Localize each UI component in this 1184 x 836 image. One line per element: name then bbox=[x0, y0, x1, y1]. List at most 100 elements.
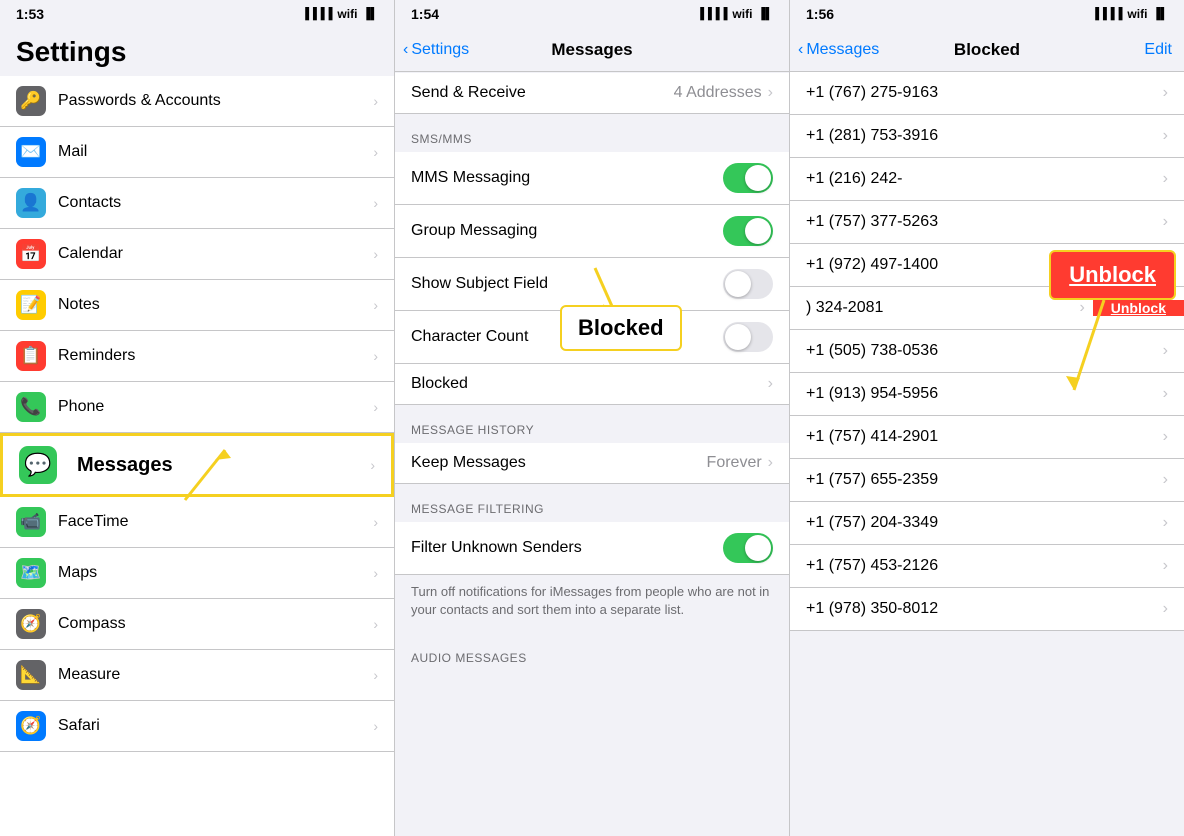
maps-label: Maps bbox=[58, 564, 373, 582]
messages-chevron: › bbox=[370, 457, 375, 473]
blocked-item-13[interactable]: +1 (978) 350-8012 › bbox=[790, 588, 1184, 631]
filtering-section-header: MESSAGE FILTERING bbox=[395, 484, 789, 522]
compass-icon: 🧭 bbox=[16, 609, 46, 639]
signal-icon-1: ▐▐▐▐ bbox=[301, 8, 332, 20]
settings-item-contacts[interactable]: 👤 Contacts › bbox=[0, 178, 394, 229]
wifi-icon-2: wifi bbox=[732, 7, 752, 21]
blocked-label: Blocked bbox=[411, 375, 768, 393]
signal-icon-3: ▐▐▐▐ bbox=[1091, 8, 1122, 20]
settings-item-safari[interactable]: 🧭 Safari › bbox=[0, 701, 394, 752]
charcount-label: Character Count bbox=[411, 328, 723, 346]
contacts-icon: 👤 bbox=[16, 188, 46, 218]
status-bar-3: 1:56 ▐▐▐▐ wifi ▐▌ bbox=[790, 0, 1184, 28]
blocked-item-9[interactable]: +1 (757) 414-2901 › bbox=[790, 416, 1184, 459]
keep-messages-row[interactable]: Keep Messages Forever › bbox=[395, 443, 789, 484]
mms-toggle[interactable] bbox=[723, 163, 773, 193]
blocked-item-12[interactable]: +1 (757) 453-2126 › bbox=[790, 545, 1184, 588]
settings-item-compass[interactable]: 🧭 Compass › bbox=[0, 599, 394, 650]
mms-row[interactable]: MMS Messaging bbox=[395, 152, 789, 205]
facetime-chevron: › bbox=[373, 514, 378, 530]
back-button-messages[interactable]: ‹ Messages bbox=[798, 41, 879, 59]
safari-label: Safari bbox=[58, 717, 373, 735]
keep-messages-value: Forever bbox=[707, 454, 762, 472]
messages-scroll: Send & Receive 4 Addresses › SMS/MMS MMS… bbox=[395, 72, 789, 836]
n11-chevron: › bbox=[1163, 514, 1168, 532]
send-receive-row[interactable]: Send & Receive 4 Addresses › bbox=[395, 73, 789, 114]
measure-label: Measure bbox=[58, 666, 373, 684]
notes-label: Notes bbox=[58, 296, 373, 314]
blocked-number-13: +1 (978) 350-8012 bbox=[806, 600, 1163, 618]
keep-messages-label: Keep Messages bbox=[411, 454, 707, 472]
passwords-chevron: › bbox=[373, 93, 378, 109]
n12-chevron: › bbox=[1163, 557, 1168, 575]
measure-chevron: › bbox=[373, 667, 378, 683]
settings-item-calendar[interactable]: 📅 Calendar › bbox=[0, 229, 394, 280]
blocked-item-10[interactable]: +1 (757) 655-2359 › bbox=[790, 459, 1184, 502]
filter-row[interactable]: Filter Unknown Senders bbox=[395, 522, 789, 575]
send-receive-chevron: › bbox=[768, 84, 773, 102]
blocked-item-11[interactable]: +1 (757) 204-3349 › bbox=[790, 502, 1184, 545]
safari-icon: 🧭 bbox=[16, 711, 46, 741]
blocked-item-2[interactable]: +1 (281) 753-3916 › bbox=[790, 115, 1184, 158]
edit-button[interactable]: Edit bbox=[1144, 41, 1172, 59]
filter-label: Filter Unknown Senders bbox=[411, 539, 723, 557]
passwords-label: Passwords & Accounts bbox=[58, 92, 373, 110]
blocked-item-8[interactable]: +1 (913) 954-5956 › bbox=[790, 373, 1184, 416]
blocked-number-10: +1 (757) 655-2359 bbox=[806, 471, 1163, 489]
mail-icon: ✉️ bbox=[16, 137, 46, 167]
settings-item-facetime[interactable]: 📹 FaceTime › bbox=[0, 497, 394, 548]
time-2: 1:54 bbox=[411, 6, 439, 22]
history-section-header: MESSAGE HISTORY bbox=[395, 405, 789, 443]
safari-chevron: › bbox=[373, 718, 378, 734]
settings-panel: 1:53 ▐▐▐▐ wifi ▐▌ Settings 🔑 Passwords &… bbox=[0, 0, 395, 836]
calendar-label: Calendar bbox=[58, 245, 373, 263]
reminders-icon: 📋 bbox=[16, 341, 46, 371]
blocked-nav: ‹ Messages Blocked Edit bbox=[790, 28, 1184, 72]
blocked-item-1[interactable]: +1 (767) 275-9163 › bbox=[790, 72, 1184, 115]
status-icons-3: ▐▐▐▐ wifi ▐▌ bbox=[1091, 7, 1168, 21]
blocked-row[interactable]: Blocked › bbox=[395, 364, 789, 405]
filter-description: Turn off notifications for iMessages fro… bbox=[395, 575, 789, 633]
blocked-item-4[interactable]: +1 (757) 377-5263 › bbox=[790, 201, 1184, 244]
phone-icon: 📞 bbox=[16, 392, 46, 422]
n4-chevron: › bbox=[1163, 213, 1168, 231]
back-button-settings[interactable]: ‹ Settings bbox=[403, 41, 469, 59]
back-chevron-2: ‹ bbox=[798, 41, 803, 59]
blocked-item-5[interactable]: +1 (972) 497-1400 › bbox=[790, 244, 1184, 287]
settings-item-passwords[interactable]: 🔑 Passwords & Accounts › bbox=[0, 76, 394, 127]
time-1: 1:53 bbox=[16, 6, 44, 22]
subject-toggle[interactable] bbox=[723, 269, 773, 299]
send-receive-label: Send & Receive bbox=[411, 84, 674, 102]
blocked-numbers-list: +1 (767) 275-9163 › +1 (281) 753-3916 › … bbox=[790, 72, 1184, 836]
blocked-number-12: +1 (757) 453-2126 bbox=[806, 557, 1163, 575]
settings-item-measure[interactable]: 📐 Measure › bbox=[0, 650, 394, 701]
messages-nav-title: Messages bbox=[551, 40, 632, 60]
settings-item-messages[interactable]: 💬 Messages › bbox=[0, 433, 394, 497]
blocked-number-9: +1 (757) 414-2901 bbox=[806, 428, 1163, 446]
blocked-number-6: ) 324-2081 bbox=[806, 299, 1079, 317]
blocked-item-6[interactable]: ) 324-2081 › Unblock bbox=[790, 287, 1184, 330]
settings-item-reminders[interactable]: 📋 Reminders › bbox=[0, 331, 394, 382]
swipe-unblock-button[interactable]: Unblock bbox=[1093, 300, 1184, 316]
keep-messages-chevron: › bbox=[768, 454, 773, 472]
settings-item-phone[interactable]: 📞 Phone › bbox=[0, 382, 394, 433]
mail-label: Mail bbox=[58, 143, 373, 161]
settings-item-maps[interactable]: 🗺️ Maps › bbox=[0, 548, 394, 599]
settings-item-mail[interactable]: ✉️ Mail › bbox=[0, 127, 394, 178]
blocked-item-3[interactable]: +1 (216) 242- › bbox=[790, 158, 1184, 201]
charcount-row[interactable]: Character Count bbox=[395, 311, 789, 364]
signal-icon-2: ▐▐▐▐ bbox=[696, 8, 727, 20]
blocked-number-8: +1 (913) 954-5956 bbox=[806, 385, 1163, 403]
blocked-number-3: +1 (216) 242- bbox=[806, 170, 1163, 188]
filter-toggle[interactable] bbox=[723, 533, 773, 563]
settings-item-notes[interactable]: 📝 Notes › bbox=[0, 280, 394, 331]
charcount-toggle[interactable] bbox=[723, 322, 773, 352]
blocked-item-7[interactable]: +1 (505) 738-0536 › bbox=[790, 330, 1184, 373]
back-label: Settings bbox=[411, 41, 469, 59]
group-toggle[interactable] bbox=[723, 216, 773, 246]
settings-list: 🔑 Passwords & Accounts › ✉️ Mail › 👤 Con… bbox=[0, 76, 394, 836]
settings-title: Settings bbox=[0, 28, 394, 76]
group-row[interactable]: Group Messaging bbox=[395, 205, 789, 258]
subject-row[interactable]: Show Subject Field bbox=[395, 258, 789, 311]
time-3: 1:56 bbox=[806, 6, 834, 22]
